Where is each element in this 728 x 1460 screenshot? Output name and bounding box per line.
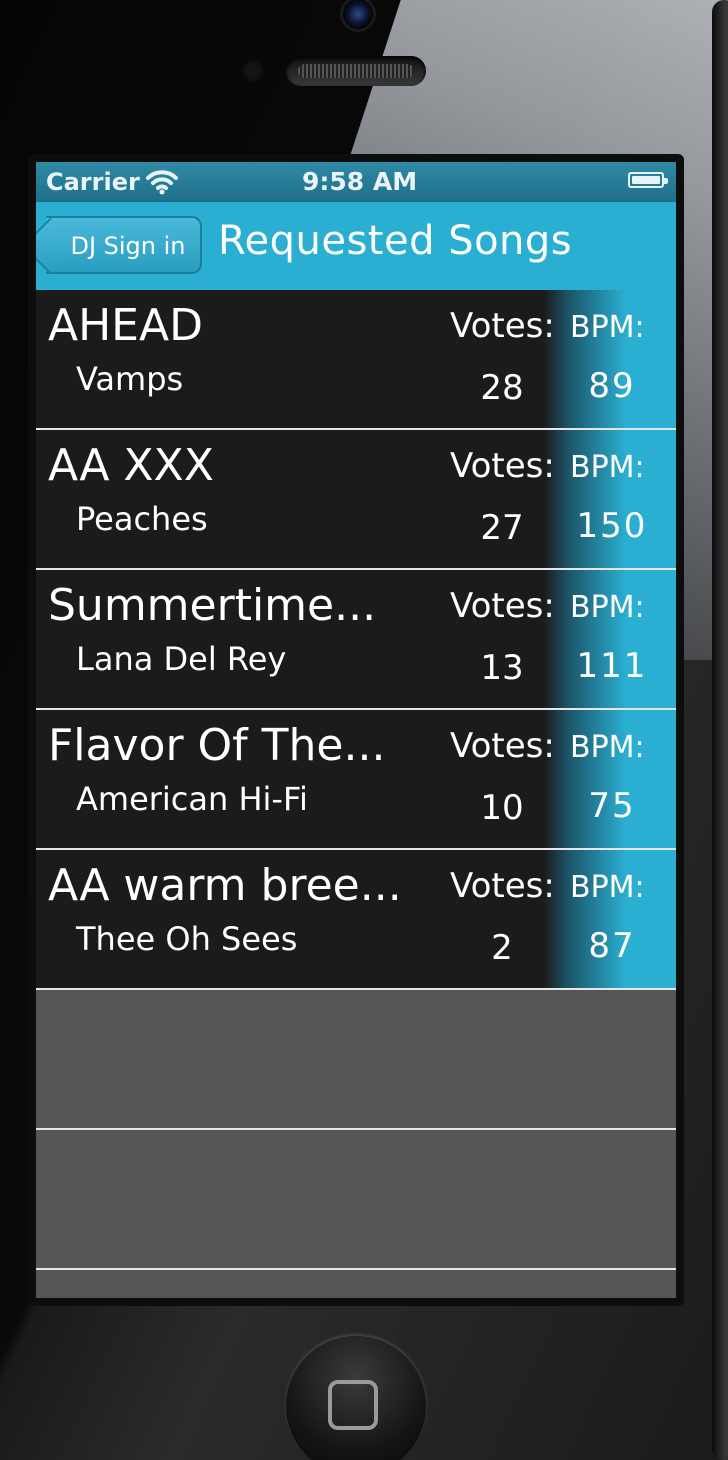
votes-label: Votes: (450, 726, 555, 766)
page-title: Requested Songs (218, 218, 573, 264)
phone-edge (712, 0, 728, 1460)
votes-count: 13 (480, 648, 524, 688)
home-square-glyph (328, 1380, 378, 1430)
phone-frame: Carrier 9:58 AM DJ Sign in Requested Son… (0, 0, 728, 1460)
status-bar: Carrier 9:58 AM (36, 162, 676, 202)
navigation-bar: DJ Sign in Requested Songs (36, 202, 676, 290)
empty-row (36, 1130, 676, 1270)
votes-label: Votes: (450, 446, 555, 486)
carrier-label: Carrier (46, 168, 140, 196)
votes-label: Votes: (450, 586, 555, 626)
votes-count: 10 (480, 788, 524, 828)
song-artist: Thee Oh Sees (76, 920, 298, 958)
bpm-label: BPM: (570, 450, 645, 485)
bpm-value: 87 (588, 926, 636, 966)
bpm-value: 150 (576, 506, 648, 546)
bpm-value: 111 (576, 646, 648, 686)
app-screen: Carrier 9:58 AM DJ Sign in Requested Son… (36, 162, 676, 1298)
proximity-sensor (242, 60, 264, 82)
song-artist: Peaches (76, 500, 208, 538)
dj-sign-in-back-button[interactable]: DJ Sign in (46, 216, 202, 274)
front-camera-icon (340, 0, 376, 32)
earpiece-speaker (286, 56, 426, 86)
home-button-icon[interactable] (286, 1336, 426, 1460)
song-title: Summertime... (48, 580, 377, 631)
empty-row (36, 990, 676, 1130)
bpm-value: 75 (588, 786, 636, 826)
wifi-icon (146, 170, 178, 195)
bpm-label: BPM: (570, 310, 645, 345)
votes-count: 28 (480, 368, 524, 408)
song-row-3[interactable]: Summertime... Lana Del Rey Votes: BPM: 1… (36, 570, 676, 710)
song-title: Flavor Of The... (48, 720, 386, 771)
votes-count: 2 (491, 928, 513, 968)
song-artist: American Hi-Fi (76, 780, 308, 818)
song-title: AA warm bree... (48, 860, 402, 911)
song-artist: Lana Del Rey (76, 640, 287, 678)
song-artist: Vamps (76, 360, 184, 398)
song-row-5[interactable]: AA warm bree... Thee Oh Sees Votes: BPM:… (36, 850, 676, 990)
bpm-value: 89 (588, 366, 636, 406)
song-row-2[interactable]: AA XXX Peaches Votes: BPM: 27 150 (36, 430, 676, 570)
song-row-1[interactable]: AHEAD Vamps Votes: BPM: 28 89 (36, 290, 676, 430)
bpm-label: BPM: (570, 590, 645, 625)
song-row-4[interactable]: Flavor Of The... American Hi-Fi Votes: B… (36, 710, 676, 850)
clock-time: 9:58 AM (302, 167, 418, 196)
song-title: AA XXX (48, 440, 214, 491)
bpm-label: BPM: (570, 730, 645, 765)
song-list: AHEAD Vamps Votes: BPM: 28 89 AA XXX Pea… (36, 290, 676, 1270)
votes-count: 27 (480, 508, 524, 548)
back-button-label: DJ Sign in (70, 232, 186, 260)
votes-label: Votes: (450, 866, 555, 906)
battery-icon (628, 172, 668, 188)
song-title: AHEAD (48, 300, 203, 351)
votes-label: Votes: (450, 306, 555, 346)
bpm-label: BPM: (570, 870, 645, 905)
